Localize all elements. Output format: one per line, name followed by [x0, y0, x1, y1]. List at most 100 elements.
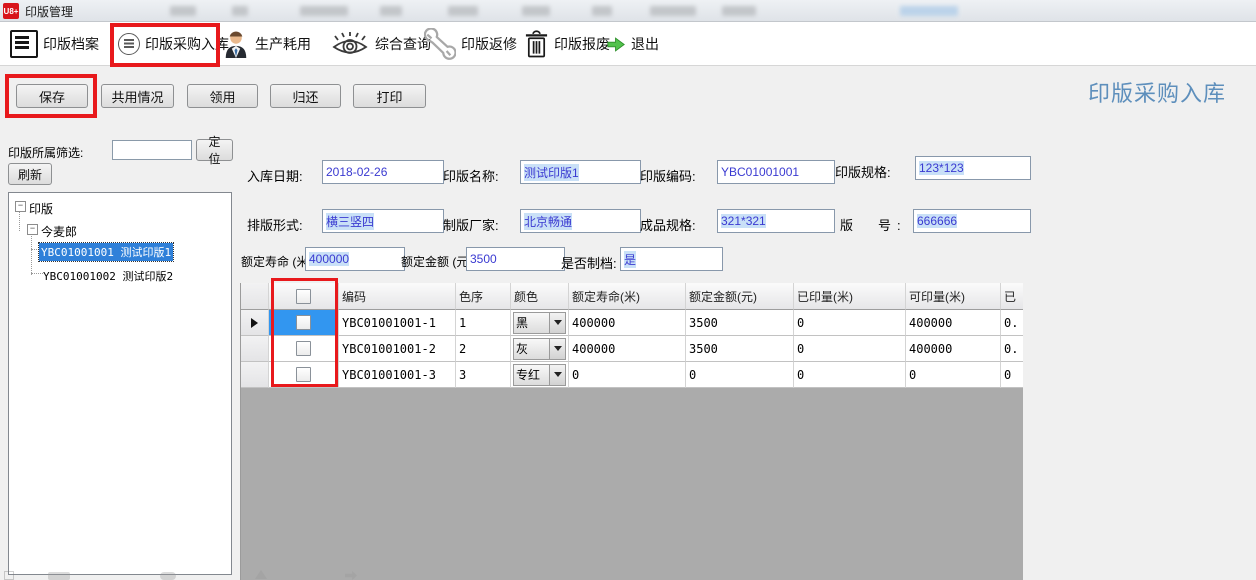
is-archived-field[interactable]: 是: [620, 247, 723, 271]
cell-amount[interactable]: 3500: [686, 336, 794, 362]
background-window-artifact: [722, 6, 756, 16]
cell-printed[interactable]: 0: [794, 310, 906, 336]
toolbar-button-plate-scrap[interactable]: 印版报废: [524, 22, 610, 66]
plate-code-field[interactable]: YBC01001001: [717, 160, 835, 184]
locate-button[interactable]: 定位: [196, 139, 233, 161]
current-row-arrow-icon: [251, 318, 258, 328]
rated-amount-field[interactable]: 3500: [466, 247, 565, 271]
grid-header-amount[interactable]: 额定金额(元): [686, 283, 794, 310]
cell-seq[interactable]: 2: [456, 336, 511, 362]
field-value: 是: [624, 251, 636, 268]
grid-row-1[interactable]: YBC01001001-1 1 黑 400000 3500 0 400000 0…: [241, 310, 1023, 336]
cell-code[interactable]: YBC01001001-1: [339, 310, 456, 336]
plate-number-label: 版 号:: [840, 215, 907, 234]
color-dropdown[interactable]: 专红: [513, 364, 566, 386]
cell-life[interactable]: 0: [569, 362, 686, 388]
page-title: 印版采购入库: [1088, 76, 1226, 108]
cell-printable[interactable]: 0: [906, 362, 1001, 388]
cell-truncated[interactable]: 0: [1001, 362, 1023, 388]
toolbar-button-plate-archive[interactable]: 印版档案: [10, 22, 99, 66]
cell-seq[interactable]: 3: [456, 362, 511, 388]
grid-header-printable[interactable]: 可印量(米): [906, 283, 1001, 310]
background-window-artifact: [900, 6, 958, 16]
toolbar-label: 综合查询: [375, 34, 431, 54]
grid-header-code[interactable]: 编码: [339, 283, 456, 310]
cell-life[interactable]: 400000: [569, 310, 686, 336]
field-value: 3500: [470, 252, 497, 266]
product-spec-field[interactable]: 321*321: [717, 209, 835, 233]
cell-code[interactable]: YBC01001001-2: [339, 336, 456, 362]
rated-life-field[interactable]: 400000: [305, 247, 405, 271]
background-window-artifact: [232, 6, 248, 16]
inbound-date-field[interactable]: 2018-02-26: [322, 160, 444, 184]
color-value: 黑: [514, 313, 549, 333]
toolbar-button-exit[interactable]: 退出: [606, 22, 659, 66]
cell-truncated[interactable]: 0.: [1001, 310, 1023, 336]
return-button[interactable]: 归还: [270, 84, 341, 108]
grid-header-printed[interactable]: 已印量(米): [794, 283, 906, 310]
refresh-button[interactable]: 刷新: [8, 163, 52, 185]
toolbar-button-production-consume[interactable]: 生产耗用: [222, 22, 311, 66]
row-checkbox-cell: [269, 362, 339, 388]
row-checkbox[interactable]: [296, 315, 311, 330]
toolbar-label: 印版报废: [554, 34, 610, 54]
toolbar-button-comprehensive-query[interactable]: 综合查询: [330, 22, 431, 66]
plate-name-label: 印版名称:: [443, 166, 499, 185]
background-window-artifact: [300, 6, 348, 16]
bottom-artifact-icon: [48, 572, 70, 580]
row-checkbox[interactable]: [296, 367, 311, 382]
tree-node-plate-2[interactable]: YBC01001002 测试印版2: [43, 268, 173, 284]
grid-header-checkbox-cell: [269, 283, 339, 310]
save-button[interactable]: 保存: [16, 84, 88, 108]
tree-node-plate-1[interactable]: YBC01001001 测试印版1: [39, 243, 173, 261]
cell-life[interactable]: 400000: [569, 336, 686, 362]
toolbar-button-plate-purchase-inbound[interactable]: 印版采购入库: [118, 22, 229, 66]
grid-header-truncated[interactable]: 已: [1001, 283, 1023, 310]
layout-format-label: 排版形式:: [247, 215, 303, 234]
plate-number-field[interactable]: 666666: [913, 209, 1031, 233]
borrow-button[interactable]: 领用: [187, 84, 258, 108]
cell-printable[interactable]: 400000: [906, 336, 1001, 362]
tree-node-group[interactable]: 今麦郎: [41, 223, 77, 240]
eye-icon: [330, 29, 370, 59]
bottom-artifact-icon: [160, 572, 176, 580]
row-selector-cell[interactable]: [241, 336, 269, 362]
row-selector-cell[interactable]: [241, 362, 269, 388]
cell-printable[interactable]: 400000: [906, 310, 1001, 336]
row-checkbox-cell: [269, 336, 339, 362]
cell-truncated[interactable]: 0.: [1001, 336, 1023, 362]
product-spec-label: 成品规格:: [640, 215, 696, 234]
grid-header-color[interactable]: 颜色: [511, 283, 569, 310]
toolbar-label: 生产耗用: [255, 34, 311, 54]
cell-color: 黑: [511, 310, 569, 336]
cell-printed[interactable]: 0: [794, 336, 906, 362]
layout-format-field[interactable]: 横三竖四: [322, 209, 444, 233]
cell-seq[interactable]: 1: [456, 310, 511, 336]
color-dropdown[interactable]: 灰: [513, 338, 566, 360]
grid-header-life[interactable]: 额定寿命(米): [569, 283, 686, 310]
field-value: 测试印版1: [524, 164, 579, 181]
plate-maker-field[interactable]: 北京畅通: [520, 209, 641, 233]
row-checkbox[interactable]: [296, 341, 311, 356]
grid-row-3[interactable]: YBC01001001-3 3 专红 0 0 0 0 0: [241, 362, 1023, 388]
grid-header-seq[interactable]: 色序: [456, 283, 511, 310]
select-all-checkbox[interactable]: [296, 289, 311, 304]
cell-code[interactable]: YBC01001001-3: [339, 362, 456, 388]
grid-row-2[interactable]: YBC01001001-2 2 灰 400000 3500 0 400000 0…: [241, 336, 1023, 362]
cell-printed[interactable]: 0: [794, 362, 906, 388]
toolbar-button-plate-repair[interactable]: 印版返修: [424, 22, 517, 66]
shared-usage-button[interactable]: 共用情况: [101, 84, 174, 108]
cell-amount[interactable]: 3500: [686, 310, 794, 336]
color-dropdown[interactable]: 黑: [513, 312, 566, 334]
plate-name-field[interactable]: 测试印版1: [520, 160, 641, 184]
tree-expander-group[interactable]: −: [27, 224, 38, 235]
plate-spec-field[interactable]: 123*123: [915, 156, 1031, 180]
tree-node-root[interactable]: 印版: [29, 200, 53, 217]
print-button[interactable]: 打印: [353, 84, 426, 108]
plate-owner-filter-input[interactable]: [112, 140, 192, 160]
tree-expander-root[interactable]: −: [15, 201, 26, 212]
title-bar: U8+ 印版管理: [0, 0, 1256, 22]
cell-amount[interactable]: 0: [686, 362, 794, 388]
toolbar-label: 印版档案: [43, 34, 99, 54]
row-selector-cell[interactable]: [241, 310, 269, 336]
